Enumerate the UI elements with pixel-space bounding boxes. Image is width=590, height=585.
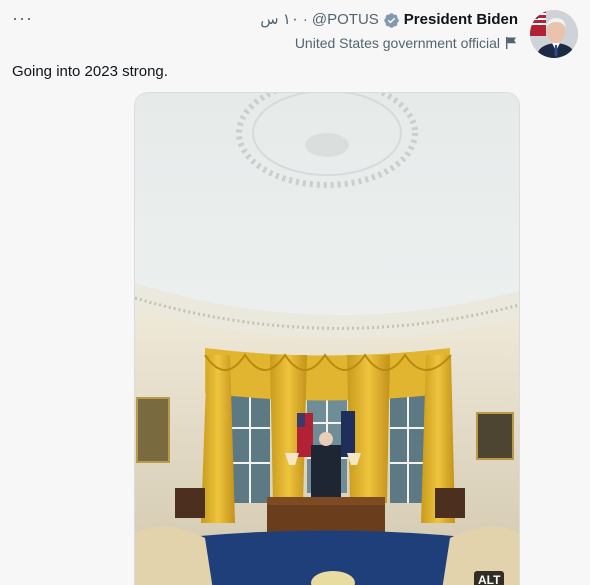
tweet-header: ١٠ س · @POTUS President Biden United Sta…: [260, 10, 518, 51]
avatar-image: [530, 10, 578, 58]
tweet-text: Going into 2023 strong.: [12, 63, 168, 80]
author-handle[interactable]: @POTUS: [312, 10, 379, 30]
oval-office-photo: [135, 93, 519, 585]
verified-badge-icon[interactable]: [383, 12, 400, 29]
avatar[interactable]: [530, 10, 578, 58]
more-icon: ···: [12, 8, 33, 28]
tweet-time[interactable]: ١٠ س: [260, 10, 299, 30]
more-options-button[interactable]: ···: [12, 8, 33, 28]
separator-dot: ·: [302, 11, 308, 28]
government-flag-icon: [506, 37, 516, 49]
author-label-line: United States government official: [260, 35, 518, 51]
tweet-card: ··· ١٠ س · @POTUS President Biden United…: [0, 0, 590, 585]
alt-text-button[interactable]: ALT: [474, 571, 505, 585]
author-line: ١٠ س · @POTUS President Biden: [260, 10, 518, 30]
author-name[interactable]: President Biden: [404, 10, 518, 30]
government-label[interactable]: United States government official: [295, 35, 500, 51]
tweet-photo[interactable]: [134, 92, 520, 585]
